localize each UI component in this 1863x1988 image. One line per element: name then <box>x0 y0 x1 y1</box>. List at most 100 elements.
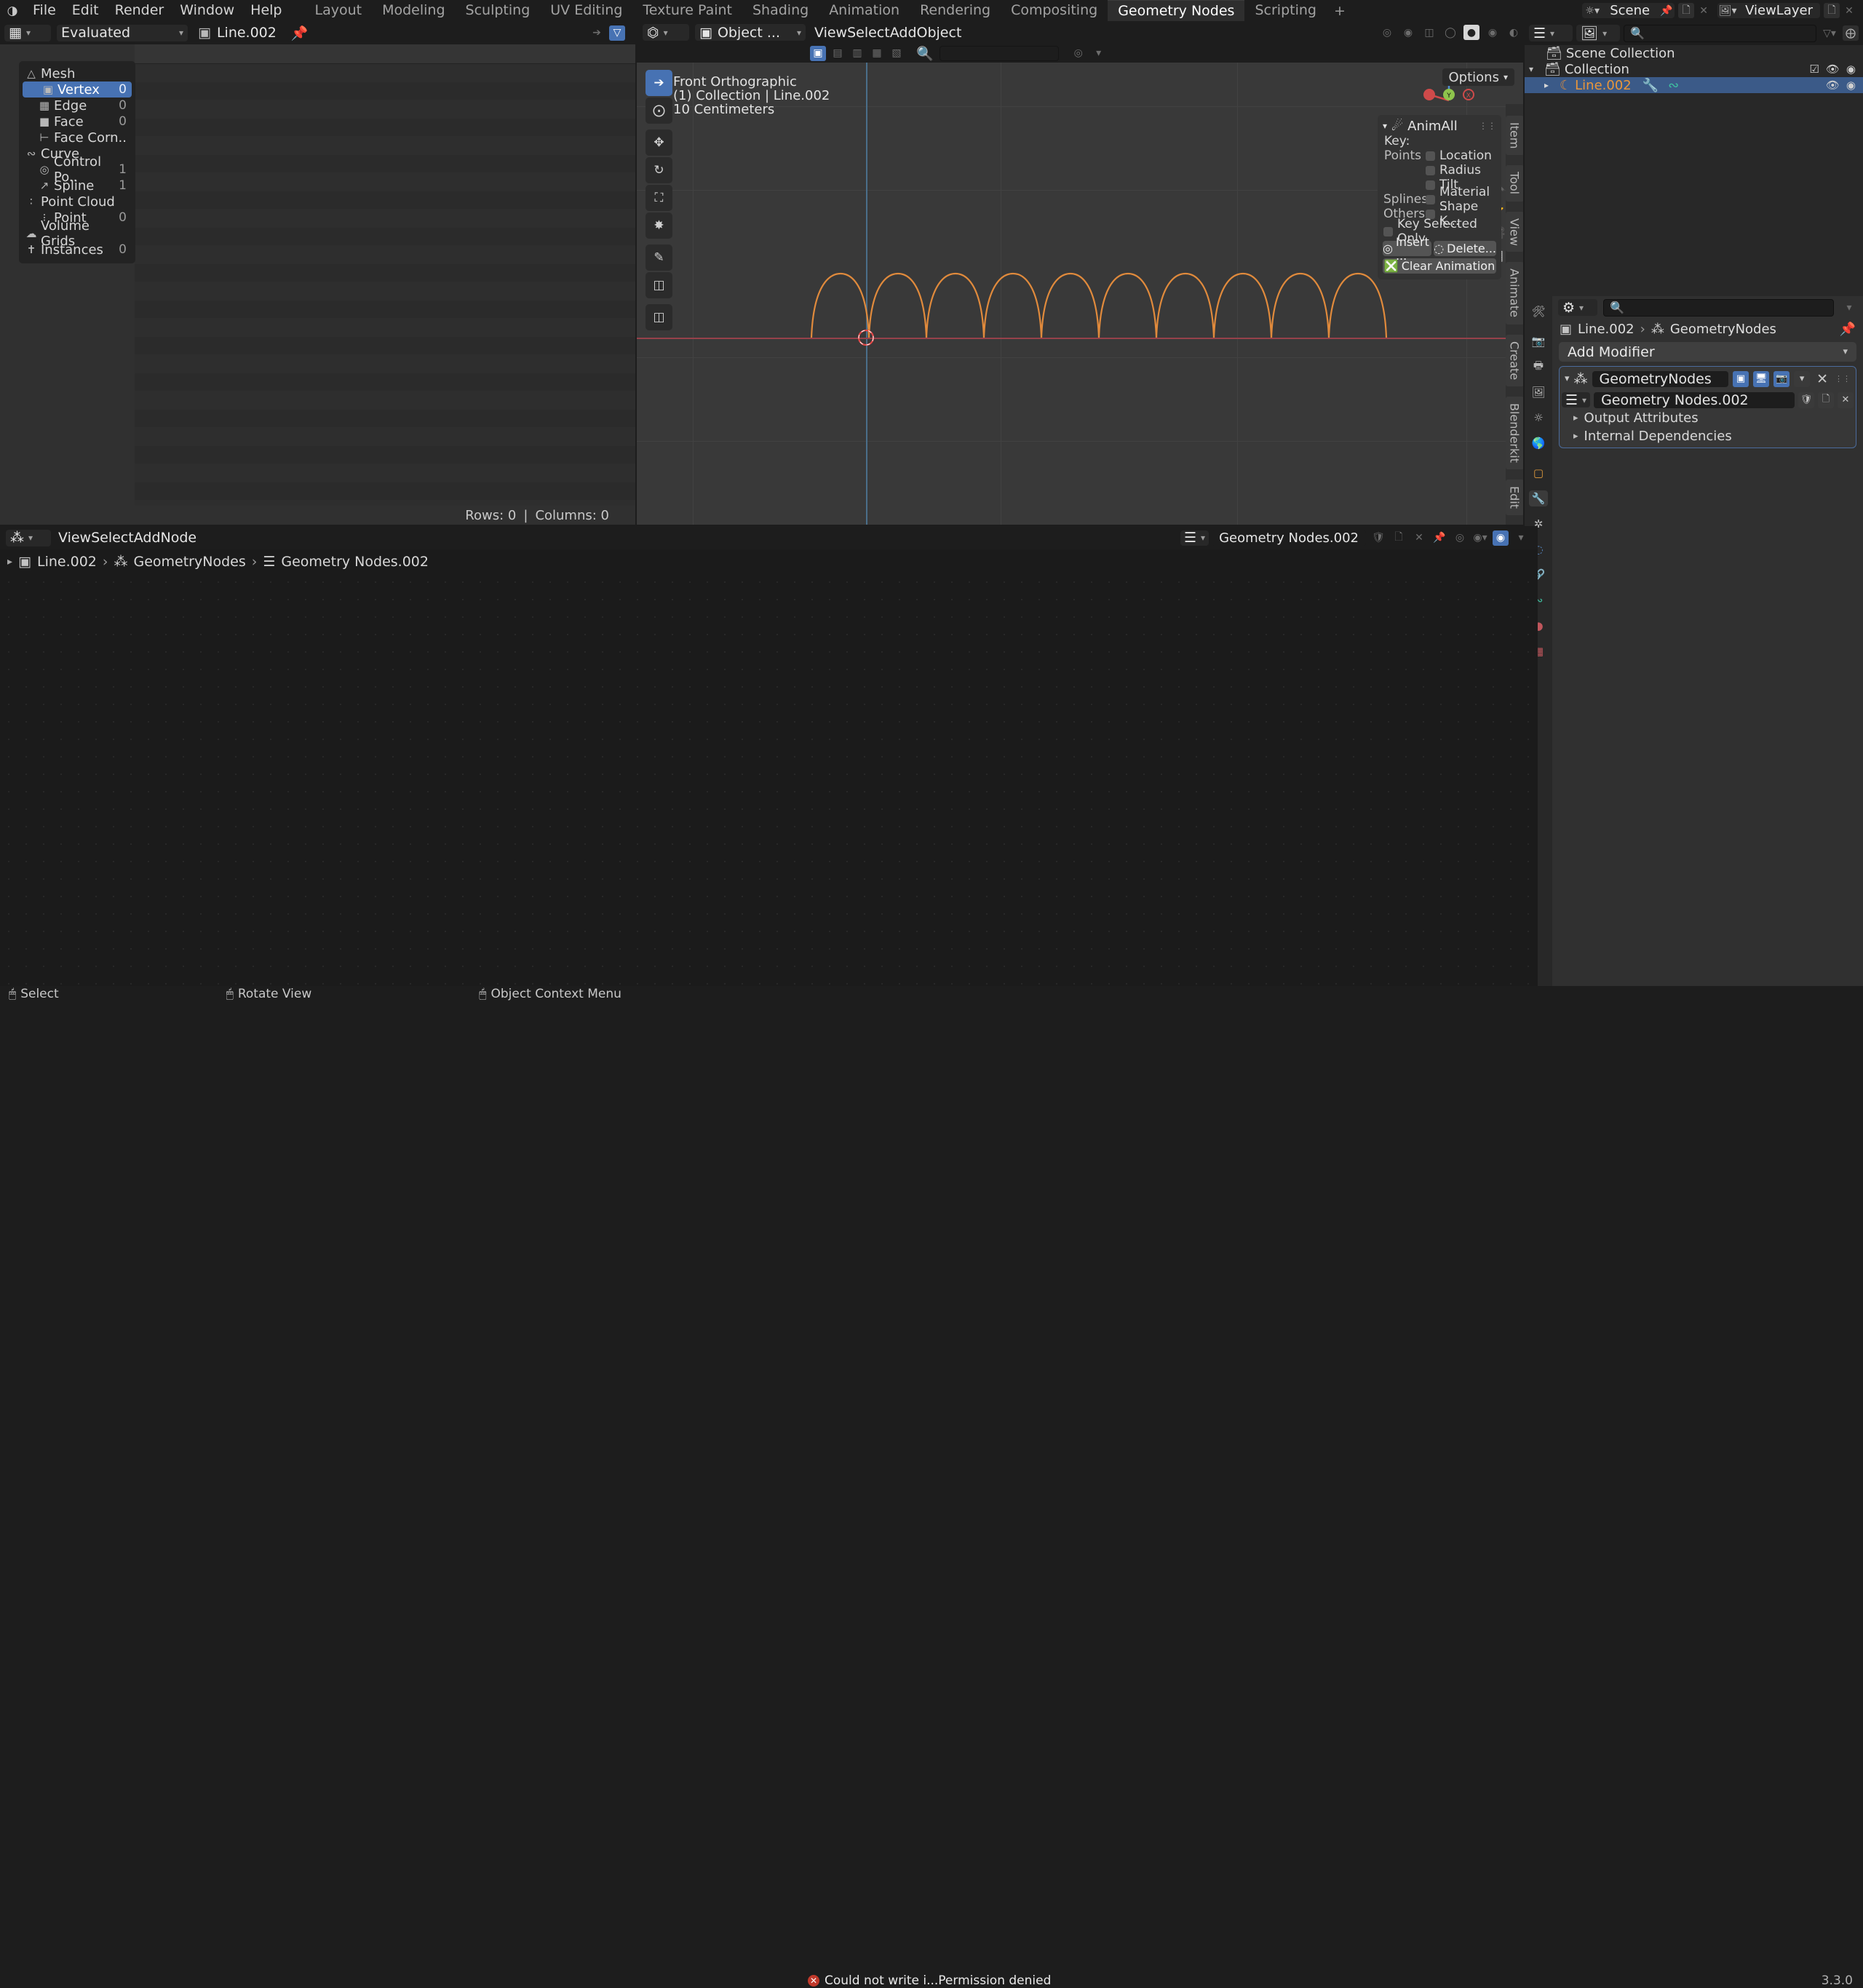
select-invert-mode[interactable]: ▦ <box>869 46 885 61</box>
disclosure-triangle-icon[interactable]: ▸ <box>1544 80 1556 90</box>
scene-selector[interactable]: ☼▾ Scene 📌 <box>1582 3 1675 18</box>
scene-name[interactable]: Scene <box>1602 3 1657 18</box>
dataset-item-face[interactable]: ■ Face 0 <box>19 114 135 130</box>
dataset-item-vertex[interactable]: ▣ Vertex 0 <box>23 81 132 98</box>
pin-icon[interactable]: 📌 <box>1659 3 1675 18</box>
pin-icon[interactable]: 📌 <box>1431 530 1447 546</box>
breadcrumb-nodegroup[interactable]: Geometry Nodes.002 <box>281 554 429 570</box>
sidebar-tab-create[interactable]: Create <box>1505 334 1523 386</box>
disable-in-renders-icon[interactable]: ◉ <box>1846 79 1856 92</box>
pin-icon[interactable]: 📌 <box>291 25 309 41</box>
add-workspace-button[interactable]: + <box>1327 3 1353 19</box>
rotate-tool[interactable]: ↻ <box>646 157 672 183</box>
node-group-name-field[interactable]: Geometry Nodes.002 <box>1212 530 1366 546</box>
new-viewlayer-button[interactable]: 🗋 <box>1824 3 1840 18</box>
select-extend-mode[interactable]: ▤ <box>830 46 846 61</box>
outliner-row-collection[interactable]: ▾ 🗃 Collection ☑ 👁 ◉ <box>1525 61 1863 77</box>
shading-material[interactable]: ◉ <box>1485 25 1501 40</box>
hide-in-viewport-icon[interactable]: 👁 <box>1826 63 1840 76</box>
hide-in-viewport-icon[interactable]: 👁 <box>1826 79 1840 92</box>
outliner-row-line002[interactable]: ▸ ☾ Line.002 🔧 ∾ 👁 ◉ <box>1525 77 1863 93</box>
workspace-compositing[interactable]: Compositing <box>1001 0 1108 21</box>
shading-rendered[interactable]: ◐ <box>1506 25 1522 40</box>
dataset-item-edge[interactable]: ▦ Edge 0 <box>19 98 135 114</box>
new-scene-button[interactable]: 🗋 <box>1678 3 1695 18</box>
delete-keyframe-button[interactable]: ◌ Delete... <box>1434 241 1496 256</box>
sidebar-tab-animate[interactable]: Animate <box>1505 262 1523 325</box>
shading-wireframe[interactable]: ◯ <box>1442 25 1458 40</box>
filter-icon[interactable]: ▽ ▾ <box>1822 25 1838 41</box>
unlink-node-group-icon[interactable]: ✕ <box>1838 391 1854 408</box>
realtime-display-toggle[interactable]: 🖥 <box>1753 370 1770 387</box>
sidebar-tab-view[interactable]: View <box>1505 211 1523 253</box>
breadcrumb-modifier[interactable]: GeometryNodes <box>134 554 246 570</box>
search-icon[interactable]: 🔍 <box>916 45 934 62</box>
node-menu-view[interactable]: View <box>58 530 91 546</box>
workspace-layout[interactable]: Layout <box>305 0 373 21</box>
dataset-item-point-cloud[interactable]: ∶ Point Cloud <box>19 194 135 210</box>
select-intersect-mode[interactable]: ▧ <box>889 46 905 61</box>
xray-toggle[interactable]: ◫ <box>1421 25 1437 40</box>
breadcrumb-object[interactable]: Line.002 <box>1578 322 1634 337</box>
transform-tool[interactable]: ✸ <box>646 212 672 239</box>
dataset-item-face-corner[interactable]: ⊢ Face Corn.. <box>19 130 135 146</box>
viewport-options-button[interactable]: Options ▾ <box>1442 68 1514 86</box>
tweak-tool[interactable]: ➔ <box>646 70 672 96</box>
select-subtract-mode[interactable]: ▥ <box>849 46 865 61</box>
menu-render[interactable]: Render <box>107 0 172 21</box>
cursor-tool[interactable]: ⨀ <box>646 98 672 124</box>
radius-checkbox[interactable] <box>1426 165 1435 175</box>
modifier-name-field[interactable]: GeometryNodes <box>1592 370 1729 387</box>
prop-tab-object[interactable]: ▢ <box>1529 465 1548 481</box>
modifier-extras-menu[interactable]: ▾ <box>1794 370 1811 387</box>
new-node-group-icon[interactable]: 🗋 <box>1818 391 1834 408</box>
scale-tool[interactable]: ⛶ <box>646 185 672 211</box>
workspace-animation[interactable]: Animation <box>819 0 910 21</box>
prop-tab-output[interactable]: 🖶 <box>1529 359 1548 375</box>
node-group-name-field[interactable]: Geometry Nodes.002 <box>1594 391 1795 408</box>
prop-tab-scene[interactable]: ☼ <box>1529 410 1548 426</box>
workspace-scripting[interactable]: Scripting <box>1244 0 1327 21</box>
dataset-item-control-point[interactable]: ◎ Control Po.. 1 <box>19 154 135 185</box>
node-group-browse-icon[interactable]: ☰ ▾ <box>1562 392 1591 408</box>
dataset-item-mesh[interactable]: △ Mesh <box>19 65 135 81</box>
drag-handle-icon[interactable]: ⋮⋮ <box>1479 121 1496 131</box>
fake-user-shield-icon[interactable]: 🛡 <box>1370 530 1386 546</box>
unlink-node-group-icon[interactable]: ✕ <box>1411 530 1427 546</box>
prop-tab-tool[interactable]: 🛠 <box>1529 303 1548 319</box>
workspace-shading[interactable]: Shading <box>742 0 819 21</box>
outliner-row-scene-collection[interactable]: 🗃 Scene Collection <box>1525 45 1863 61</box>
sidebar-tab-edit[interactable]: Edit <box>1505 479 1523 515</box>
sidebar-tab-blenderkit[interactable]: Blenderkit <box>1505 396 1523 469</box>
chevron-down-icon[interactable]: ▾ <box>1562 373 1570 384</box>
prop-tab-render[interactable]: 📷 <box>1529 333 1548 349</box>
viewport-menu-add[interactable]: Add <box>890 25 917 41</box>
sidebar-tab-tool[interactable]: Tool <box>1505 165 1523 202</box>
snap-target-dropdown[interactable]: ▾ <box>1091 46 1107 61</box>
snap-magnet-icon[interactable]: ◎ <box>1070 46 1087 61</box>
outliner-display-mode[interactable]: 🖼 ▾ <box>1576 25 1620 41</box>
curve-data-icon[interactable]: ∾ <box>1668 78 1679 93</box>
menu-window[interactable]: Window <box>172 0 242 21</box>
location-checkbox[interactable] <box>1426 151 1435 161</box>
workspace-sculpting[interactable]: Sculpting <box>456 0 541 21</box>
close-icon[interactable]: ✕ <box>1814 371 1830 387</box>
workspace-geometry-nodes[interactable]: Geometry Nodes <box>1108 0 1245 22</box>
viewlayer-name[interactable]: ViewLayer <box>1738 3 1820 18</box>
disable-in-renders-icon[interactable]: ◉ <box>1846 63 1856 76</box>
modifier-wrench-icon[interactable]: 🔧 <box>1642 78 1659 93</box>
filter-icon[interactable]: ▽ <box>609 25 625 41</box>
properties-search-input[interactable]: 🔍 <box>1603 298 1834 317</box>
workspace-texture-paint[interactable]: Texture Paint <box>632 0 742 21</box>
prop-tab-modifier[interactable]: 🔧 <box>1529 490 1548 506</box>
fake-user-shield-icon[interactable]: 🛡 <box>1798 391 1814 408</box>
prop-tab-viewlayer[interactable]: 🖼 <box>1529 384 1548 400</box>
shading-solid[interactable]: ● <box>1463 25 1479 40</box>
annotate-tool[interactable]: ✎ <box>646 244 672 271</box>
menu-file[interactable]: File <box>25 0 64 21</box>
copy-node-group-icon[interactable]: 🗋 <box>1391 530 1407 546</box>
viewport-search-field[interactable] <box>939 45 1059 61</box>
editor-type-selector[interactable]: ⁂ ▾ <box>6 529 51 546</box>
menu-help[interactable]: Help <box>242 0 290 21</box>
breadcrumb-object[interactable]: Line.002 <box>37 554 97 570</box>
